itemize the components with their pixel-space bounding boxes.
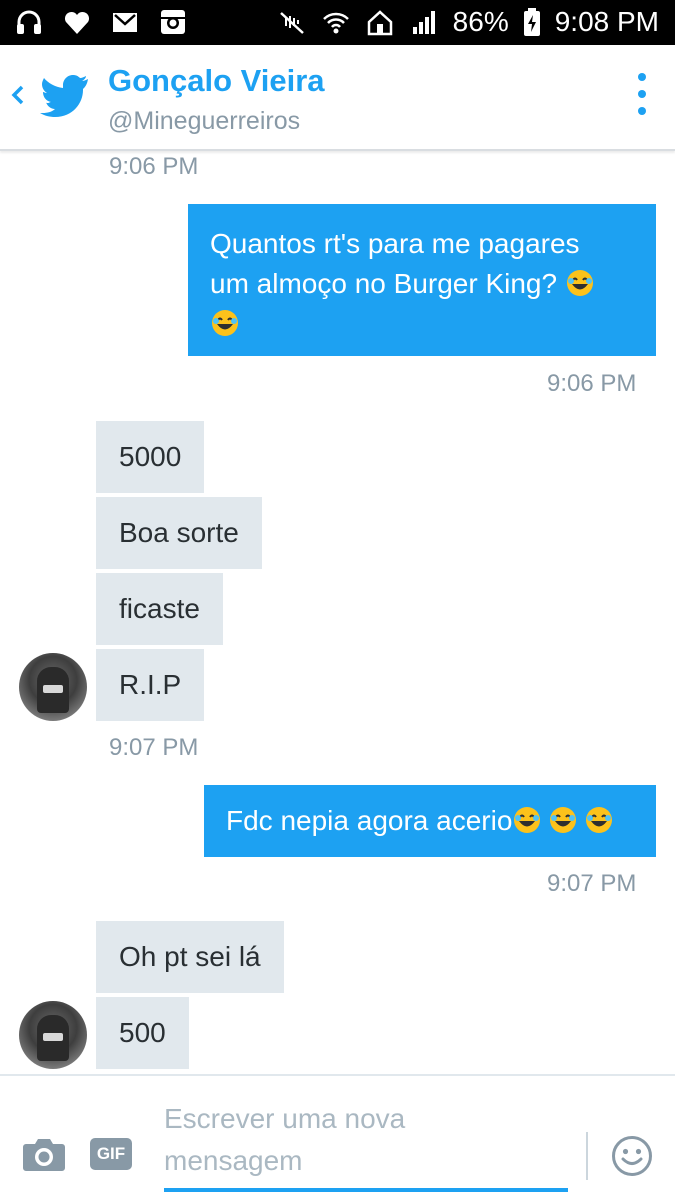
message-timestamp: 9:06 PM [109, 153, 199, 180]
input-placeholder: mensagem [164, 1145, 303, 1176]
message-text: Quantos rt's para me pagares [210, 228, 580, 259]
twitter-bird-icon [40, 75, 88, 117]
message-timestamp: 9:07 PM [547, 870, 637, 897]
message-input[interactable]: Escrever uma nova mensagem [164, 1098, 568, 1194]
received-message[interactable]: Boa sorte [96, 497, 262, 569]
received-message[interactable]: Oh pt sei lá [96, 921, 284, 993]
emoji-icon[interactable] [611, 1135, 653, 1177]
gif-icon[interactable]: GIF [90, 1138, 132, 1170]
laughing-emoji-icon [514, 807, 541, 833]
camera-icon[interactable] [22, 1136, 66, 1172]
signal-icon [412, 11, 435, 34]
back-icon[interactable] [8, 75, 28, 115]
received-message[interactable]: 500 [96, 997, 189, 1069]
message-timestamp: 9:07 PM [109, 734, 199, 761]
more-vertical-icon[interactable] [632, 73, 652, 123]
sent-message[interactable]: Quantos rt's para me pagares um almoço n… [188, 204, 656, 356]
status-bar: 86% 9:08 PM [0, 0, 675, 45]
gmail-icon [113, 13, 137, 32]
contact-name[interactable]: Gonçalo Vieira [108, 63, 325, 99]
wifi-icon [322, 12, 349, 34]
battery-icon [523, 8, 540, 36]
battery-percent: 86% [452, 6, 509, 37]
input-placeholder: Escrever uma nova [164, 1103, 406, 1134]
avatar[interactable] [19, 653, 87, 721]
mute-icon [279, 12, 304, 34]
sent-message[interactable]: Fdc nepia agora acerio [204, 785, 656, 857]
message-timestamp: 9:06 PM [547, 370, 637, 397]
composer-divider [586, 1132, 588, 1180]
instagram-icon [161, 10, 185, 34]
heart-icon [64, 11, 90, 34]
message-composer: GIF Escrever uma nova mensagem [0, 1074, 675, 1202]
status-time: 9:08 PM [554, 6, 659, 37]
avatar[interactable] [19, 1001, 87, 1069]
received-message[interactable]: ficaste [96, 573, 223, 645]
home-icon [367, 10, 392, 36]
received-message[interactable]: R.I.P [96, 649, 205, 721]
headphones-icon [17, 10, 41, 34]
received-message[interactable]: 5000 [96, 421, 205, 493]
laughing-emoji-icon [550, 807, 577, 833]
laughing-emoji-icon [212, 310, 238, 336]
contact-handle[interactable]: @Mineguerreiros [108, 107, 300, 136]
laughing-emoji-icon [566, 270, 593, 296]
message-text: um almoço no Burger King? [210, 268, 558, 299]
input-underline [164, 1188, 568, 1192]
conversation-header: Gonçalo Vieira @Mineguerreiros [0, 45, 675, 151]
message-text: Fdc nepia agora acerio [226, 805, 513, 836]
laughing-emoji-icon [586, 807, 613, 833]
